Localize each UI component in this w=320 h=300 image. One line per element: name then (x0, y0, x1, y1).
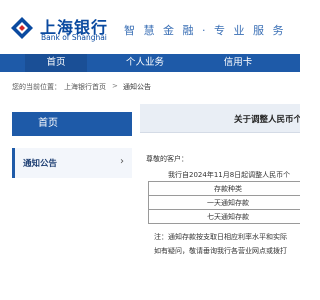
table-row: 存款种类 (148, 181, 300, 196)
site-header: 上海银行 Bank of Shanghai 智 慧 金 融 · 专 业 服 务 (0, 0, 300, 54)
article-title: 关于调整人民币个 (234, 115, 300, 125)
table-row: 一天通知存款 (148, 195, 300, 210)
table-row: 七天通知存款 (148, 209, 300, 224)
table-cell-one-day: 一天通知存款 (148, 195, 300, 210)
chevron-right-icon: › (120, 156, 124, 167)
nav-credit-card[interactable]: 信用卡 (208, 54, 268, 72)
breadcrumb-home-link[interactable]: 上海银行首页 (64, 82, 106, 92)
main-nav: 首页 个人业务 信用卡 (0, 54, 300, 72)
article-contact-note: 如有疑问，敬请垂询我行各营业网点或拨打 (154, 247, 287, 255)
breadcrumb: 您的当前位置： 上海银行首页 > 通知公告 (0, 72, 300, 101)
nav-home[interactable]: 首页 (25, 54, 87, 72)
article-note: 注：通知存款按支取日相应利率水平和实际 (154, 233, 287, 241)
article-title-bar: 关于调整人民币个 (140, 104, 300, 133)
article-body: 我行自2024年11月8日起调整人民币个 (168, 171, 291, 179)
breadcrumb-current: 通知公告 (123, 83, 151, 91)
article-panel: 关于调整人民币个 尊敬的客户： 我行自2024年11月8日起调整人民币个 存款种… (140, 104, 300, 300)
table-cell-seven-day: 七天通知存款 (148, 209, 300, 224)
sidebar-item-label: 通知公告 (23, 159, 58, 169)
sidebar-header[interactable]: 首页 (12, 112, 132, 136)
header-slogan: 智 慧 金 融 · 专 业 服 务 (124, 24, 286, 37)
article-greeting: 尊敬的客户： (146, 155, 188, 163)
sidebar-item-notices[interactable]: 通知公告 › (12, 148, 132, 178)
rate-table: 存款种类 一天通知存款 七天通知存款 (148, 181, 300, 224)
breadcrumb-separator: > (112, 82, 118, 90)
bank-name-en[interactable]: Bank of Shanghai (41, 33, 107, 42)
breadcrumb-prefix: 您的当前位置： (12, 83, 61, 91)
nav-personal-banking[interactable]: 个人业务 (110, 54, 180, 72)
sidebar: 首页 通知公告 › (12, 112, 132, 300)
bank-logo-icon[interactable] (10, 16, 34, 40)
table-cell-deposit-type: 存款种类 (148, 181, 300, 196)
